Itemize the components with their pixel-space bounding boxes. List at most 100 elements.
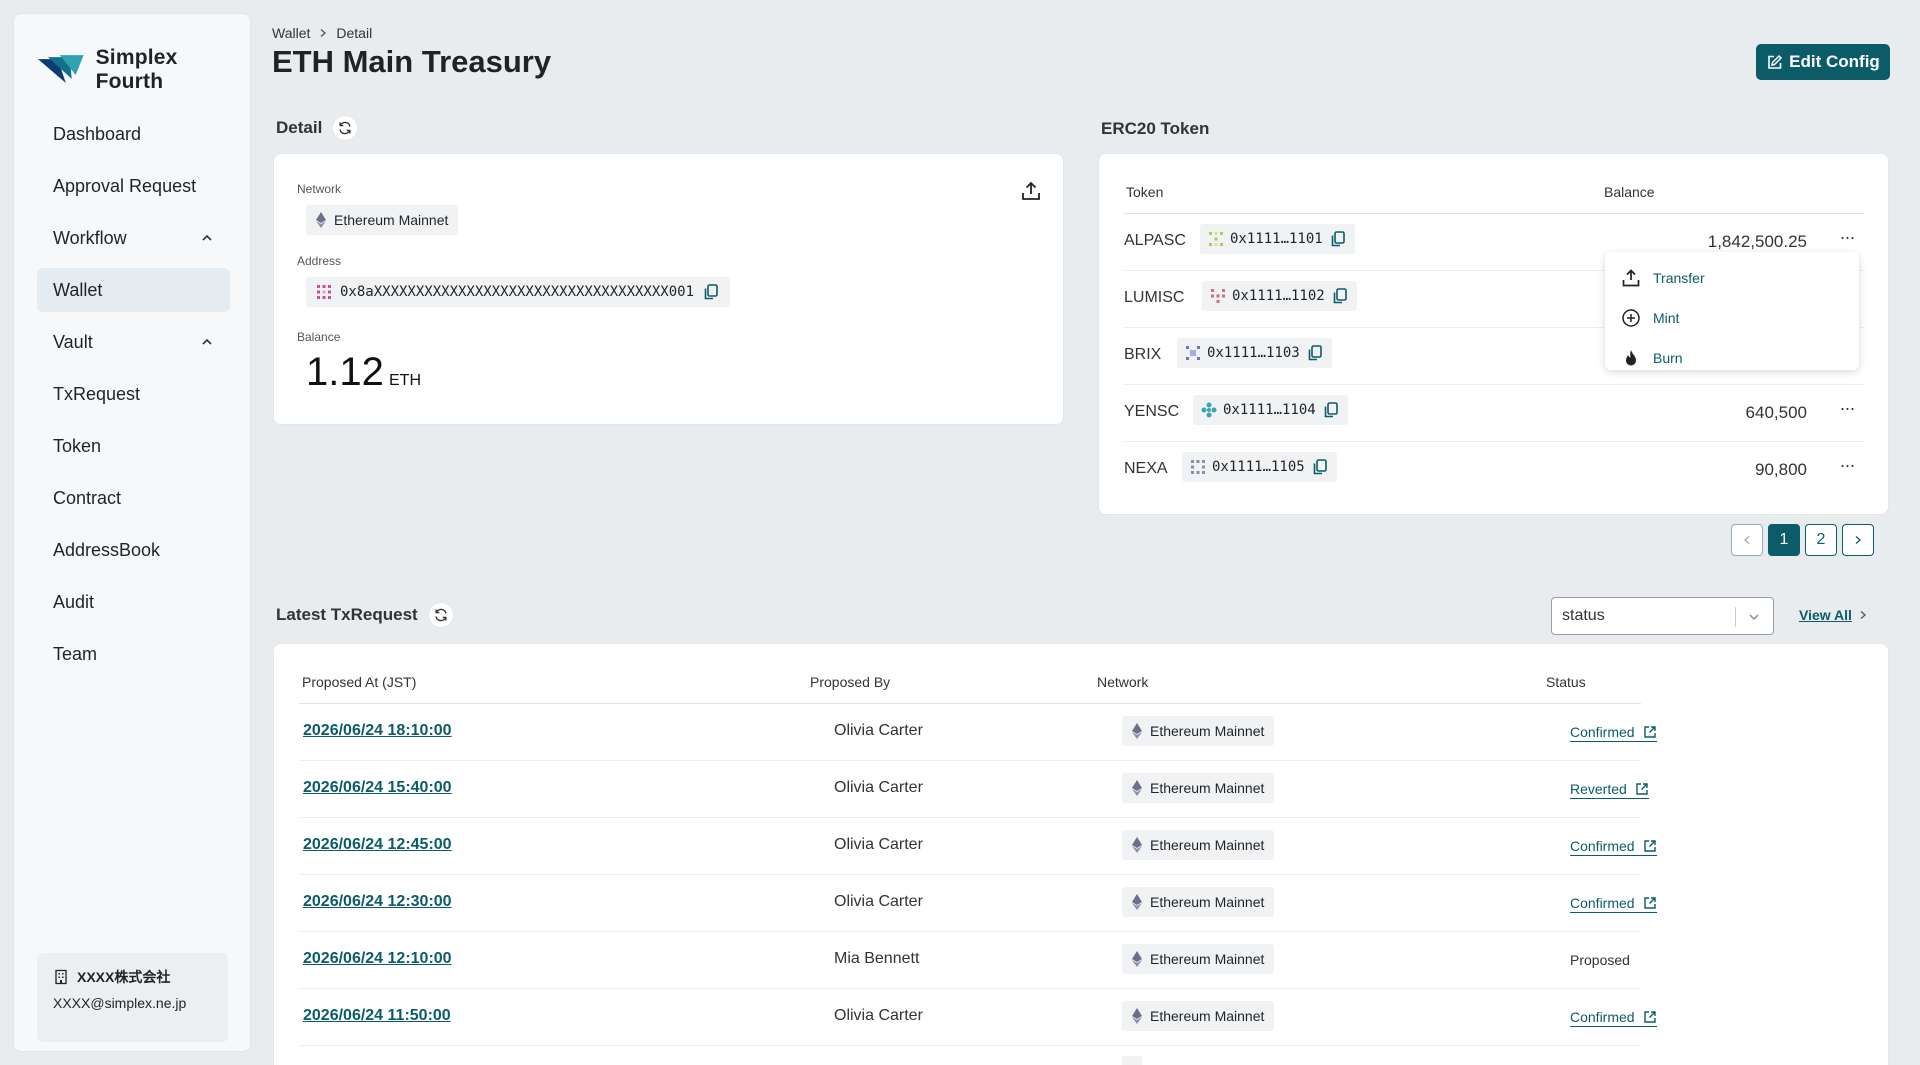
table-row: 2026/06/24 18:10:00 Olivia Carter Ethere… (299, 704, 1657, 761)
sidebar-item-label: TxRequest (53, 383, 141, 404)
sidebar-item-label: Contract (53, 487, 122, 508)
sidebar-item-label: Workflow (53, 227, 127, 248)
sidebar-item-approval-request[interactable]: Approval Request (37, 164, 230, 208)
menu-item-burn[interactable]: Burn (1605, 338, 1859, 378)
menu-item-mint[interactable]: Mint (1605, 298, 1859, 338)
refresh-tx-button[interactable] (427, 602, 454, 628)
token-name: YENSC (1124, 403, 1180, 420)
menu-item-label: Burn (1653, 350, 1683, 366)
tx-status-link[interactable]: Reverted (1570, 781, 1649, 799)
status-filter-select[interactable]: status (1551, 597, 1774, 635)
sidebar-item-token[interactable]: Token (37, 424, 230, 468)
refresh-icon (435, 608, 447, 622)
tx-status-label: Confirmed (1570, 1009, 1635, 1025)
account-email: XXXX@simplex.ne.jp (53, 995, 187, 1011)
sidebar-item-wallet[interactable]: Wallet (37, 268, 230, 312)
token-actions-menu: Transfer Mint Burn (1605, 252, 1859, 370)
ethereum-icon (1132, 951, 1142, 967)
view-all-label: View All (1799, 607, 1852, 623)
token-identicon-icon (1186, 346, 1200, 360)
external-link-icon (1636, 783, 1648, 795)
token-address: 0x1111…1101 (1230, 231, 1323, 247)
sidebar-item-label: AddressBook (53, 539, 161, 560)
address-label: Address (297, 254, 342, 268)
menu-item-transfer[interactable]: Transfer (1605, 258, 1859, 298)
page-2-button[interactable]: 2 (1805, 524, 1837, 556)
sidebar-item-dashboard[interactable]: Dashboard (37, 112, 230, 156)
tx-status-label: Confirmed (1570, 838, 1635, 854)
column-header-proposed-at: Proposed At (JST) (302, 674, 417, 690)
table-row: 2026/06/24 12:45:00 Olivia Carter Ethere… (299, 818, 1657, 875)
tx-status-link[interactable]: Confirmed (1570, 895, 1657, 913)
sidebar: Simplex Fourth Dashboard Approval Reques… (13, 13, 251, 1052)
tx-status-link[interactable]: Confirmed (1570, 724, 1657, 742)
tx-network-chip: Ethereum Mainnet (1122, 887, 1275, 917)
copy-icon[interactable] (702, 283, 720, 301)
tx-status-link[interactable]: Confirmed (1570, 1009, 1657, 1027)
tx-status-label: Confirmed (1570, 895, 1635, 911)
tx-network-chip: Ethereum Mainnet (1122, 773, 1275, 803)
edit-icon (1768, 54, 1783, 69)
tx-status-link[interactable]: Confirmed (1570, 838, 1657, 856)
token-identicon-icon (1201, 402, 1217, 418)
breadcrumb-wallet[interactable]: Wallet (272, 25, 310, 41)
plus-circle-icon (1622, 309, 1640, 327)
erc20-title: ERC20 Token (1101, 119, 1210, 138)
next-page-button[interactable] (1842, 524, 1874, 556)
tx-proposer: Olivia Carter (834, 836, 923, 853)
export-icon[interactable] (1020, 180, 1042, 202)
address-chip: 0x8aXXXXXXXXXXXXXXXXXXXXXXXXXXXXXXXXXXX0… (306, 277, 731, 307)
more-actions-button[interactable]: ··· (1835, 455, 1859, 479)
copy-icon[interactable] (1311, 458, 1329, 476)
edit-config-button[interactable]: Edit Config (1756, 44, 1890, 80)
upload-icon (1622, 269, 1640, 287)
menu-item-label: Transfer (1653, 270, 1705, 286)
token-address: 0x1111…1104 (1223, 402, 1316, 418)
token-address: 0x1111…1103 (1207, 345, 1300, 361)
tx-network: Ethereum Mainnet (1150, 780, 1265, 796)
logo[interactable]: Simplex Fourth (36, 46, 250, 94)
address-value: 0x8aXXXXXXXXXXXXXXXXXXXXXXXXXXXXXXXXXXX0… (340, 284, 695, 300)
tx-date-link[interactable]: 2026/06/24 11:50:00 (303, 1007, 451, 1025)
view-all-link[interactable]: View All (1799, 607, 1868, 623)
tx-title: Latest TxRequest (276, 605, 418, 624)
tx-date-link[interactable]: 2026/06/24 15:40:00 (303, 779, 452, 797)
account-card[interactable]: XXXX株式会社 XXXX@simplex.ne.jp (37, 953, 228, 1042)
more-actions-button[interactable]: ··· (1835, 227, 1859, 251)
sidebar-item-audit[interactable]: Audit (37, 580, 230, 624)
token-balance: 1,842,500.25 (1707, 232, 1807, 251)
prev-page-button[interactable] (1731, 524, 1763, 556)
sidebar-item-contract[interactable]: Contract (37, 476, 230, 520)
column-header-network: Network (1097, 674, 1149, 690)
tx-date-link[interactable]: 2026/06/24 12:30:00 (303, 893, 452, 911)
token-address-chip: 0x1111…1103 (1177, 338, 1332, 368)
tx-date-link[interactable]: 2026/06/24 12:45:00 (303, 836, 452, 854)
copy-icon[interactable] (1329, 230, 1347, 248)
refresh-detail-button[interactable] (332, 115, 359, 141)
sidebar-item-txrequest[interactable]: TxRequest (37, 372, 230, 416)
tx-network-chip: Ethereum Mainnet (1122, 944, 1275, 974)
copy-icon[interactable] (1306, 344, 1324, 362)
table-row (299, 1046, 1641, 1065)
tx-proposer: Olivia Carter (834, 779, 923, 796)
page-1-button[interactable]: 1 (1768, 524, 1800, 556)
table-row: 2026/06/24 12:10:00 Mia Bennett Ethereum… (299, 932, 1641, 989)
token-identicon-icon (1191, 460, 1205, 474)
sidebar-item-label: Wallet (53, 279, 103, 300)
column-header-proposed-by: Proposed By (810, 674, 891, 690)
tx-network-chip: Ethereum Mainnet (1122, 830, 1275, 860)
building-icon (55, 969, 67, 985)
tx-date-link[interactable]: 2026/06/24 12:10:00 (303, 950, 452, 968)
token-address-chip: 0x1111…1101 (1200, 224, 1355, 254)
copy-icon[interactable] (1322, 401, 1340, 419)
tx-date-link[interactable]: 2026/06/24 18:10:00 (303, 722, 452, 740)
token-address: 0x1111…1102 (1232, 288, 1325, 304)
sidebar-item-team[interactable]: Team (37, 632, 230, 676)
ethereum-icon (1132, 780, 1142, 796)
sidebar-item-addressbook[interactable]: AddressBook (37, 528, 230, 572)
sidebar-item-vault[interactable]: Vault (37, 320, 230, 364)
more-actions-button[interactable]: ··· (1835, 398, 1859, 422)
detail-section-title: Detail (276, 115, 359, 141)
sidebar-item-workflow[interactable]: Workflow (37, 216, 230, 260)
copy-icon[interactable] (1331, 287, 1349, 305)
